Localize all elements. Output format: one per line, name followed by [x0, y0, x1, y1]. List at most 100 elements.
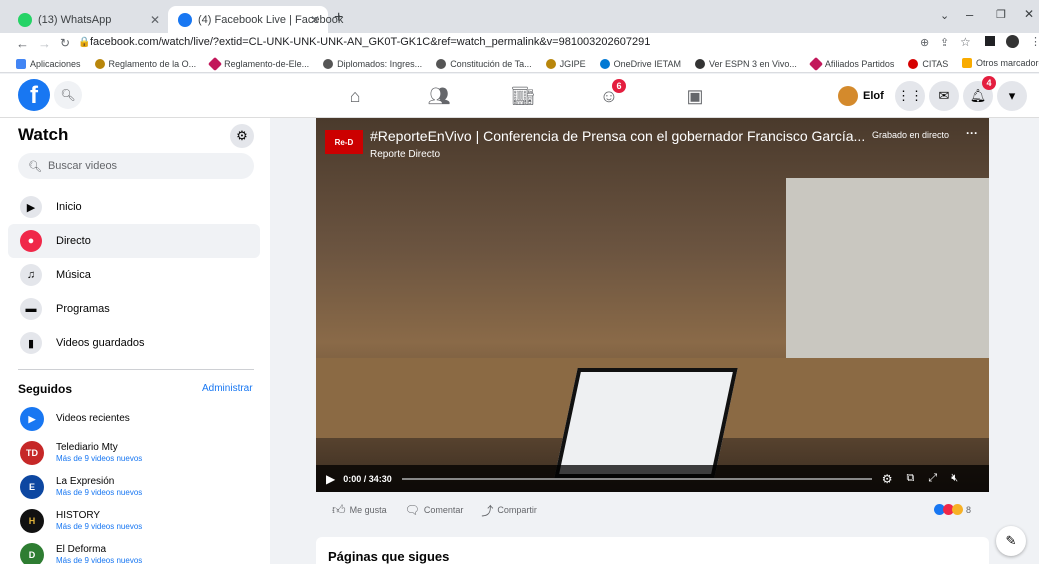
maximize-icon[interactable]: ❐: [996, 8, 1006, 21]
home-icon: ▶: [20, 196, 42, 218]
settings-icon[interactable]: ⚙: [882, 472, 893, 486]
video-actions: 👍︎ Me gusta 🗨︎ Comentar ⤴ Compartir 8: [316, 495, 989, 525]
reactions-summary[interactable]: 8: [934, 504, 971, 515]
history-logo: H: [20, 509, 44, 533]
video-time: 0:00 / 34:30: [343, 473, 392, 484]
new-message-icon[interactable]: ✎: [996, 526, 1026, 556]
bookmark-item[interactable]: Constitución de Ta...: [436, 58, 532, 69]
search-icon: 🔍︎: [28, 160, 42, 173]
telediario-logo: TD: [20, 441, 44, 465]
notifications-badge: 4: [982, 76, 996, 90]
following-item[interactable]: D El Deforma Más de 9 videos nuevos: [8, 538, 260, 564]
diamond-icon: [208, 56, 223, 71]
mute-icon[interactable]: 🔇︎: [951, 472, 958, 485]
friends-icon[interactable]: 👥︎: [426, 84, 452, 108]
sidebar-item-directo[interactable]: ● Directo: [8, 224, 260, 258]
la-expresion-logo: E: [20, 475, 44, 499]
fullscreen-icon[interactable]: ⤢: [928, 472, 937, 485]
forward-icon[interactable]: →: [38, 36, 51, 51]
tab-facebook[interactable]: (4) Facebook Live | Facebook ✕: [168, 6, 343, 33]
like-icon: 👍︎: [332, 502, 346, 517]
sidebar-item-musica[interactable]: ♫ Música: [8, 258, 260, 292]
monitor-screen: [554, 368, 738, 478]
play-icon[interactable]: ▶: [326, 472, 335, 486]
messenger-icon[interactable]: ✉: [929, 81, 959, 111]
sidebar-item-inicio[interactable]: ▶ Inicio: [8, 190, 260, 224]
home-icon[interactable]: ⌂: [342, 84, 368, 108]
reload-icon[interactable]: ↻: [60, 36, 70, 50]
close-icon[interactable]: ✕: [310, 13, 320, 27]
pages-you-follow: Páginas que sigues: [316, 537, 989, 564]
video-player[interactable]: [316, 118, 989, 492]
url-field[interactable]: facebook.com/watch/live/?extid=CL-UNK-UN…: [90, 36, 930, 52]
bookmark-item[interactable]: Diplomados: Ingres...: [323, 58, 422, 69]
minimize-icon[interactable]: –: [966, 7, 973, 22]
bookmark-item[interactable]: JGIPE: [545, 58, 586, 69]
sidebar-item-guardados[interactable]: ▮ Videos guardados: [8, 326, 260, 360]
facebook-icon: [178, 12, 192, 27]
avatar: [838, 86, 858, 106]
profile-button[interactable]: Elof: [836, 83, 892, 109]
globe-icon: [436, 58, 447, 69]
progress-bar[interactable]: [401, 477, 872, 480]
globe-icon: [323, 58, 334, 69]
following-item[interactable]: TD Telediario Mty Más de 9 videos nuevos: [8, 436, 260, 470]
bookmark-item[interactable]: Afiliados Partidos: [808, 56, 894, 71]
bookmark-item[interactable]: Ver ESPN 3 en Vivo...: [694, 58, 797, 69]
tab-title: (4) Facebook Live | Facebook: [198, 13, 344, 26]
sidebar-item-programas[interactable]: ▬ Programas: [8, 292, 260, 326]
cloud-icon: [599, 58, 610, 69]
live-icon: ●: [20, 230, 42, 252]
bookmark-icon: ▮: [20, 332, 42, 354]
play-icon: ▶: [20, 407, 44, 431]
following-item[interactable]: E La Expresión Más de 9 videos nuevos: [8, 470, 260, 504]
account-chevron-icon[interactable]: ▾: [997, 81, 1027, 111]
divider: [18, 369, 254, 370]
diamond-icon: [808, 56, 823, 71]
comment-button[interactable]: 🗨︎ Comentar: [405, 503, 464, 517]
gear-icon[interactable]: ⚙: [230, 124, 254, 148]
seal-icon: [94, 58, 105, 69]
search-icon[interactable]: 🔍︎: [54, 81, 82, 109]
bookmark-item[interactable]: Reglamento-de-Ele...: [208, 56, 309, 71]
apps-icon: [16, 58, 26, 69]
extension-icon[interactable]: [985, 36, 995, 46]
video-frame: [316, 118, 989, 492]
menu-grid-icon[interactable]: ⋮⋮: [895, 81, 925, 111]
chevron-down-icon[interactable]: ⌄: [940, 9, 949, 22]
bookmark-item[interactable]: Reglamento de la O...: [94, 58, 196, 69]
lock-icon: 🔒: [78, 37, 91, 48]
following-item[interactable]: ▶ Videos recientes: [8, 402, 260, 436]
window-close-icon[interactable]: ✕: [1024, 7, 1034, 21]
manage-link[interactable]: Administrar: [202, 383, 253, 394]
like-button[interactable]: 👍︎ Me gusta: [332, 502, 387, 518]
share-button[interactable]: ⤴ Compartir: [481, 502, 537, 519]
recorded-label: Grabado en directo: [872, 130, 950, 140]
marketplace-icon[interactable]: 🏬︎: [510, 84, 536, 108]
pip-icon[interactable]: ⧉: [907, 472, 915, 485]
star-icon[interactable]: ☆: [960, 35, 971, 49]
menu-icon[interactable]: ⋮: [1030, 35, 1039, 48]
bookmark-item[interactable]: CITAS: [908, 58, 948, 69]
video-title[interactable]: #ReporteEnVivo | Conferencia de Prensa c…: [370, 128, 865, 144]
back-icon[interactable]: ←: [16, 36, 29, 51]
following-title: Seguidos: [18, 382, 73, 396]
more-options-icon[interactable]: ···: [966, 126, 978, 140]
profile-icon[interactable]: [1006, 35, 1019, 48]
bookmark-item[interactable]: OneDrive IETAM: [599, 58, 681, 69]
channel-name[interactable]: Reporte Directo: [370, 149, 440, 160]
facebook-logo-icon[interactable]: f: [18, 79, 50, 111]
new-tab-icon[interactable]: +: [334, 9, 343, 27]
search-videos-input[interactable]: 🔍︎ Buscar videos: [18, 153, 254, 179]
video-controls: ▶ 0:00 / 34:30 ⚙ ⧉ ⤢ 🔇︎: [316, 465, 989, 492]
following-item[interactable]: H HISTORY Más de 9 videos nuevos: [8, 504, 260, 538]
music-icon: ♫: [20, 264, 42, 286]
shows-icon: ▬: [20, 298, 42, 320]
bookmark-item[interactable]: Aplicaciones: [16, 58, 81, 69]
tab-whatsapp[interactable]: (13) WhatsApp ✕: [8, 6, 168, 33]
whatsapp-icon: [18, 12, 32, 27]
gaming-icon[interactable]: ▣: [682, 84, 708, 108]
close-icon[interactable]: ✕: [150, 13, 160, 27]
other-bookmarks[interactable]: Otros marcadores: [962, 58, 1039, 68]
share-icon[interactable]: ⇪: [940, 36, 949, 49]
